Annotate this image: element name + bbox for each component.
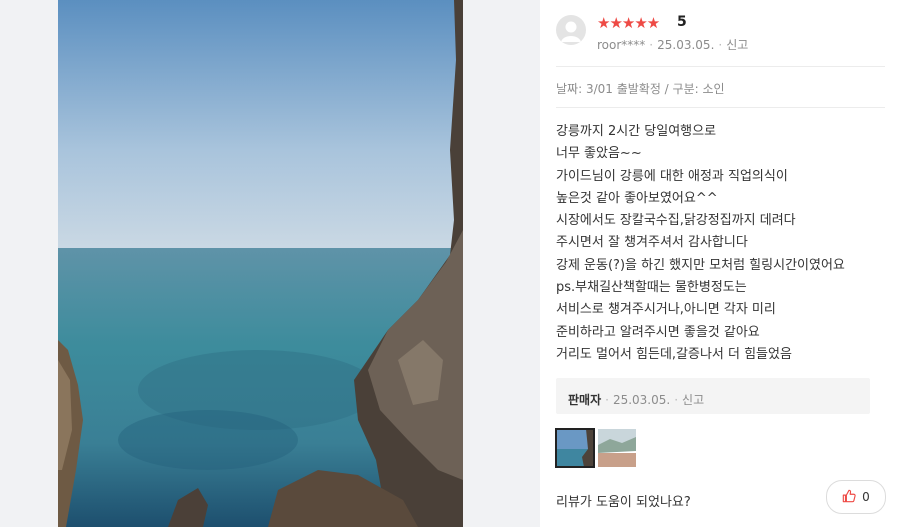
review-line: 시장에서도 장칼국수집,닭강정집까지 데려다 — [556, 213, 796, 229]
divider — [556, 66, 885, 67]
reviewer-name: roor**** — [597, 38, 646, 52]
review-photo-large[interactable] — [58, 0, 463, 527]
review-line: 준비하라고 알려주시면 좋을것 같아요 — [556, 324, 760, 340]
like-count: 0 — [862, 490, 870, 504]
review-line: 가이드님이 강릉에 대한 애정과 직업의식이 — [556, 168, 788, 184]
like-button[interactable]: 0 — [826, 480, 886, 514]
seller-report-link[interactable]: 신고 — [682, 393, 704, 407]
thumbs-up-icon — [842, 489, 856, 506]
review-panel: ★★★★★ 5 roor**** · 25.03.05. · 신고 날짜: 3/01 출… — [540, 0, 897, 527]
review-line: 서비스로 챙겨주시거나,아니면 각자 미리 — [556, 302, 776, 318]
divider — [556, 107, 885, 108]
rating-stars: ★★★★★ — [597, 14, 660, 32]
seller-reply-date: 25.03.05. — [612, 393, 671, 407]
review-line: 너무 좋았음~~ — [556, 146, 642, 162]
review-date: 25.03.05. — [657, 38, 715, 52]
photo-thumbnail-2[interactable] — [598, 429, 636, 467]
helpful-question: 리뷰가 도움이 되었나요? — [556, 495, 691, 510]
review-meta: roor**** · 25.03.05. · 신고 — [597, 38, 749, 52]
avatar-icon — [556, 15, 586, 45]
option-info: 날짜: 3/01 출발확정 / 구분: 소인 — [556, 82, 725, 96]
review-line: 강릉까지 2시간 당일여행으로 — [556, 124, 717, 139]
seller-label: 판매자 — [568, 393, 602, 407]
review-line: 주시면서 잘 챙겨주셔서 감사합니다 — [556, 235, 748, 251]
review-line: 강제 운동(?)을 하긴 했지만 모처럼 힐링시간이였어요 — [556, 257, 845, 273]
review-line: ps.부채길산책할때는 물한병정도는 — [556, 280, 747, 296]
review-line: 높은것 같아 좋아보였어요^^ — [556, 190, 718, 206]
review-line: 거리도 멀어서 힘든데,갈증나서 더 힘들었음 — [556, 346, 792, 362]
photo-thumbnail-1[interactable] — [555, 428, 595, 468]
report-link[interactable]: 신고 — [726, 38, 748, 52]
rating-score: 5 — [677, 14, 687, 30]
review-body: 강릉까지 2시간 당일여행으로 너무 좋았음~~ 가이드님이 강릉에 대한 애정… — [556, 121, 876, 366]
seller-reply: 판매자 · 25.03.05. · 신고 — [556, 378, 870, 414]
